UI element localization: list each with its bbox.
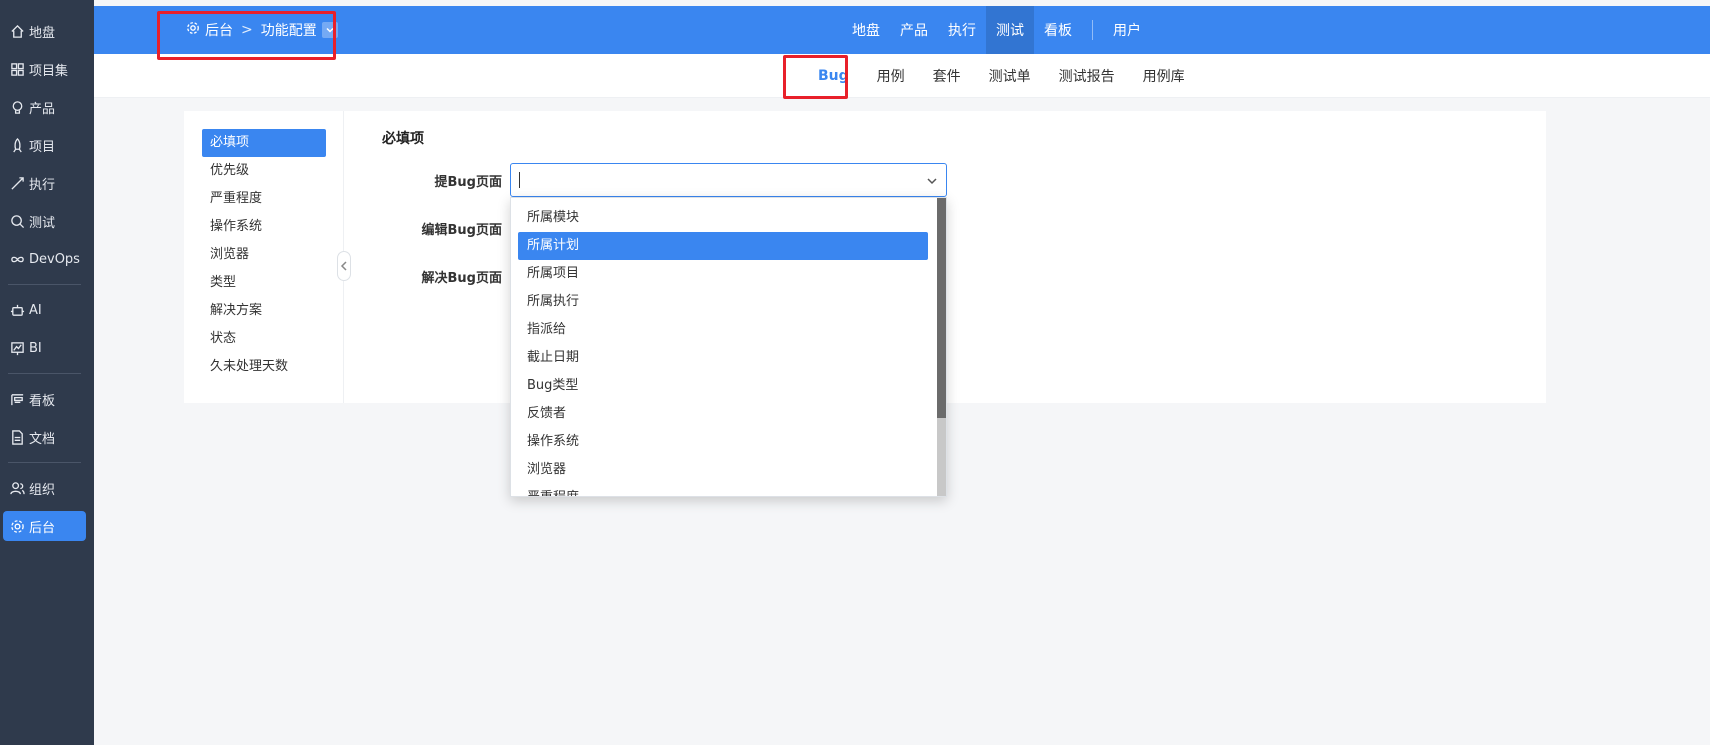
sidebar-item-label: 组织 xyxy=(29,482,56,498)
create-bug-fields-select[interactable] xyxy=(510,163,947,197)
breadcrumb-separator: > xyxy=(241,22,253,38)
sidebar-item-admin[interactable]: 后台 xyxy=(3,511,86,541)
subnav-item-case[interactable]: 用例 xyxy=(863,66,919,86)
topnav-divider xyxy=(1092,20,1093,40)
topnav-item-execution[interactable]: 执行 xyxy=(938,6,986,54)
dropdown-option[interactable]: Bug类型 xyxy=(518,372,928,400)
sidebar-item-product[interactable]: 产品 xyxy=(3,92,86,122)
subnav-item-testtask[interactable]: 测试单 xyxy=(975,66,1045,86)
topnav-item-product[interactable]: 产品 xyxy=(890,6,938,54)
sidebar-divider xyxy=(8,373,81,374)
collapse-menu-button[interactable] xyxy=(337,251,351,281)
dropdown-option[interactable]: 所属模块 xyxy=(518,204,928,232)
dropdown-option[interactable]: 反馈者 xyxy=(518,400,928,428)
run-icon xyxy=(7,173,27,193)
topnav-item-dashboard[interactable]: 地盘 xyxy=(842,6,890,54)
gear-icon xyxy=(7,516,27,536)
subnav-item-bug[interactable]: Bug xyxy=(804,68,863,84)
sidebar-item-kanban[interactable]: 看板 xyxy=(3,384,86,414)
menu-item-severity[interactable]: 严重程度 xyxy=(202,185,326,213)
sidebar-item-execution[interactable]: 执行 xyxy=(3,168,86,198)
sidebar-item-ai[interactable]: AI xyxy=(3,295,86,325)
sidebar-divider xyxy=(8,462,81,463)
gear-icon xyxy=(186,21,205,39)
sidebar-item-program[interactable]: 项目集 xyxy=(3,54,86,84)
breadcrumb-current[interactable]: 功能配置 xyxy=(261,20,317,40)
dropdown-option[interactable]: 严重程度 xyxy=(518,484,928,496)
breadcrumb-root[interactable]: 后台 xyxy=(205,20,233,40)
field-options-dropdown: 所属模块 所属计划 所属项目 所属执行 指派给 截止日期 Bug类型 反馈者 操… xyxy=(510,197,947,497)
robot-icon xyxy=(7,300,27,320)
sidebar-item-org[interactable]: 组织 xyxy=(3,473,86,503)
sidebar-item-label: 执行 xyxy=(29,177,56,193)
field-label-create-bug: 提Bug页面 xyxy=(434,175,502,190)
chevron-left-icon xyxy=(340,261,347,271)
sidebar-item-label: 地盘 xyxy=(29,25,56,41)
top-nav: 地盘 产品 执行 测试 看板 用户 xyxy=(842,6,1151,54)
subnav-item-suite[interactable]: 套件 xyxy=(919,66,975,86)
menu-item-os[interactable]: 操作系统 xyxy=(202,213,326,241)
sidebar-item-label: 测试 xyxy=(29,215,56,231)
menu-item-required[interactable]: 必填项 xyxy=(202,129,326,157)
home-icon xyxy=(7,21,27,41)
dropdown-option[interactable]: 截止日期 xyxy=(518,344,928,372)
dropdown-option[interactable]: 所属项目 xyxy=(518,260,928,288)
topnav-item-test[interactable]: 测试 xyxy=(986,6,1034,54)
dropdown-option-highlighted[interactable]: 所属计划 xyxy=(518,232,928,260)
dropdown-option[interactable]: 浏览器 xyxy=(518,456,928,484)
sidebar-item-label: 项目集 xyxy=(29,63,69,79)
sidebar-divider xyxy=(8,284,81,285)
dropdown-option[interactable]: 所属执行 xyxy=(518,288,928,316)
menu-item-type[interactable]: 类型 xyxy=(202,269,326,297)
sidebar-item-label: AI xyxy=(29,302,42,318)
subnav-item-report[interactable]: 测试报告 xyxy=(1045,66,1129,86)
sidebar-item-label: 项目 xyxy=(29,139,56,155)
sidebar-item-dashboard[interactable]: 地盘 xyxy=(3,16,86,46)
section-title: 必填项 xyxy=(382,131,424,147)
chevron-down-icon[interactable] xyxy=(321,22,338,38)
bulb-icon xyxy=(7,97,27,117)
sidebar-item-doc[interactable]: 文档 xyxy=(3,422,86,452)
search-icon xyxy=(7,211,27,231)
sidebar-item-label: BI xyxy=(29,340,42,356)
chevron-down-icon[interactable] xyxy=(926,175,938,191)
sidebar-item-devops[interactable]: DevOps xyxy=(3,244,86,274)
menu-item-browser[interactable]: 浏览器 xyxy=(202,241,326,269)
sidebar-item-bi[interactable]: BI xyxy=(3,333,86,363)
document-icon xyxy=(7,427,27,447)
rocket-icon xyxy=(7,135,27,155)
top-header: 后台 > 功能配置 地盘 产品 执行 测试 看板 用户 xyxy=(94,6,1710,54)
infinity-icon xyxy=(7,249,27,269)
kanban-icon xyxy=(7,389,27,409)
main-sidebar: 地盘 项目集 产品 项目 执行 测试 DevOps AI BI 看板 文档 组织… xyxy=(0,0,94,745)
menu-item-priority[interactable]: 优先级 xyxy=(202,157,326,185)
chart-icon xyxy=(7,338,27,358)
field-label-resolve-bug: 解决Bug页面 xyxy=(421,271,502,286)
topnav-item-user[interactable]: 用户 xyxy=(1103,6,1151,54)
subnav-item-caselib[interactable]: 用例库 xyxy=(1129,66,1199,86)
dropdown-scrollbar-thumb[interactable] xyxy=(937,198,946,418)
field-label-edit-bug: 编辑Bug页面 xyxy=(421,223,502,238)
text-caret xyxy=(519,172,520,188)
sidebar-item-label: DevOps xyxy=(29,251,80,267)
sidebar-item-label: 后台 xyxy=(29,520,56,536)
sub-header: Bug 用例 套件 测试单 测试报告 用例库 xyxy=(94,54,1710,98)
menu-item-status[interactable]: 状态 xyxy=(202,325,326,353)
breadcrumb: 后台 > 功能配置 xyxy=(186,6,338,54)
dropdown-option[interactable]: 操作系统 xyxy=(518,428,928,456)
sidebar-item-project[interactable]: 项目 xyxy=(3,130,86,160)
sub-nav: Bug 用例 套件 测试单 测试报告 用例库 xyxy=(804,54,1199,98)
sidebar-item-label: 文档 xyxy=(29,431,56,447)
users-icon xyxy=(7,478,27,498)
grid-icon xyxy=(7,59,27,79)
topnav-item-kanban[interactable]: 看板 xyxy=(1034,6,1082,54)
menu-item-longlife[interactable]: 久未处理天数 xyxy=(202,353,326,381)
dropdown-option[interactable]: 指派给 xyxy=(518,316,928,344)
config-menu: 必填项 优先级 严重程度 操作系统 浏览器 类型 解决方案 状态 久未处理天数 xyxy=(184,111,344,403)
menu-item-resolution[interactable]: 解决方案 xyxy=(202,297,326,325)
sidebar-item-label: 产品 xyxy=(29,101,56,117)
sidebar-item-label: 看板 xyxy=(29,393,56,409)
sidebar-item-test[interactable]: 测试 xyxy=(3,206,86,236)
